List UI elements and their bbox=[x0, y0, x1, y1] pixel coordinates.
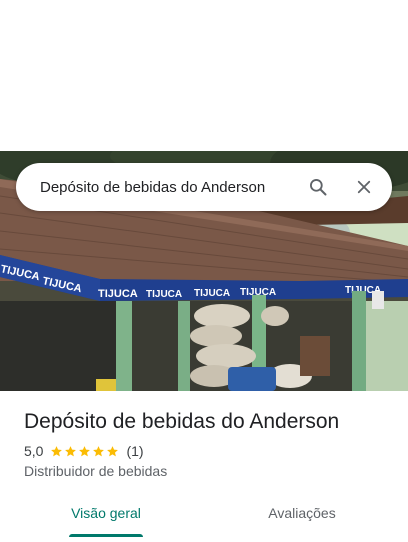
sign-text: TIJUCA bbox=[146, 289, 182, 300]
close-button[interactable] bbox=[342, 165, 386, 209]
tab-overview[interactable]: Visão geral bbox=[48, 496, 164, 542]
tab-overview-label: Visão geral bbox=[71, 505, 141, 521]
place-info: Depósito de bebidas do Anderson 5,0 (1) … bbox=[24, 408, 394, 479]
star-icon bbox=[79, 445, 91, 456]
star-icon bbox=[51, 445, 63, 456]
sign-text: TIJUCA bbox=[194, 288, 230, 299]
close-icon bbox=[357, 180, 371, 194]
star-icon bbox=[93, 445, 105, 456]
rating-row[interactable]: 5,0 (1) bbox=[24, 443, 394, 459]
top-blank-area bbox=[0, 0, 408, 151]
place-category[interactable]: Distribuidor de bebidas bbox=[24, 463, 394, 479]
star-icon bbox=[107, 445, 119, 456]
star-rating bbox=[50, 445, 120, 458]
search-icon bbox=[310, 179, 327, 196]
tab-reviews-label: Avaliações bbox=[268, 505, 336, 521]
search-bar[interactable]: Depósito de bebidas do Anderson bbox=[16, 163, 392, 211]
place-title: Depósito de bebidas do Anderson bbox=[24, 410, 340, 433]
tab-bar: Visão geral Avaliações bbox=[0, 496, 408, 542]
search-input[interactable]: Depósito de bebidas do Anderson bbox=[40, 179, 296, 196]
search-button[interactable] bbox=[296, 165, 340, 209]
review-count[interactable]: (1) bbox=[126, 443, 143, 459]
rating-value: 5,0 bbox=[24, 443, 44, 459]
sign-text: TIJUCA bbox=[98, 288, 138, 300]
tab-reviews[interactable]: Avaliações bbox=[244, 496, 360, 542]
star-icon bbox=[65, 445, 77, 456]
active-tab-indicator bbox=[69, 534, 143, 537]
